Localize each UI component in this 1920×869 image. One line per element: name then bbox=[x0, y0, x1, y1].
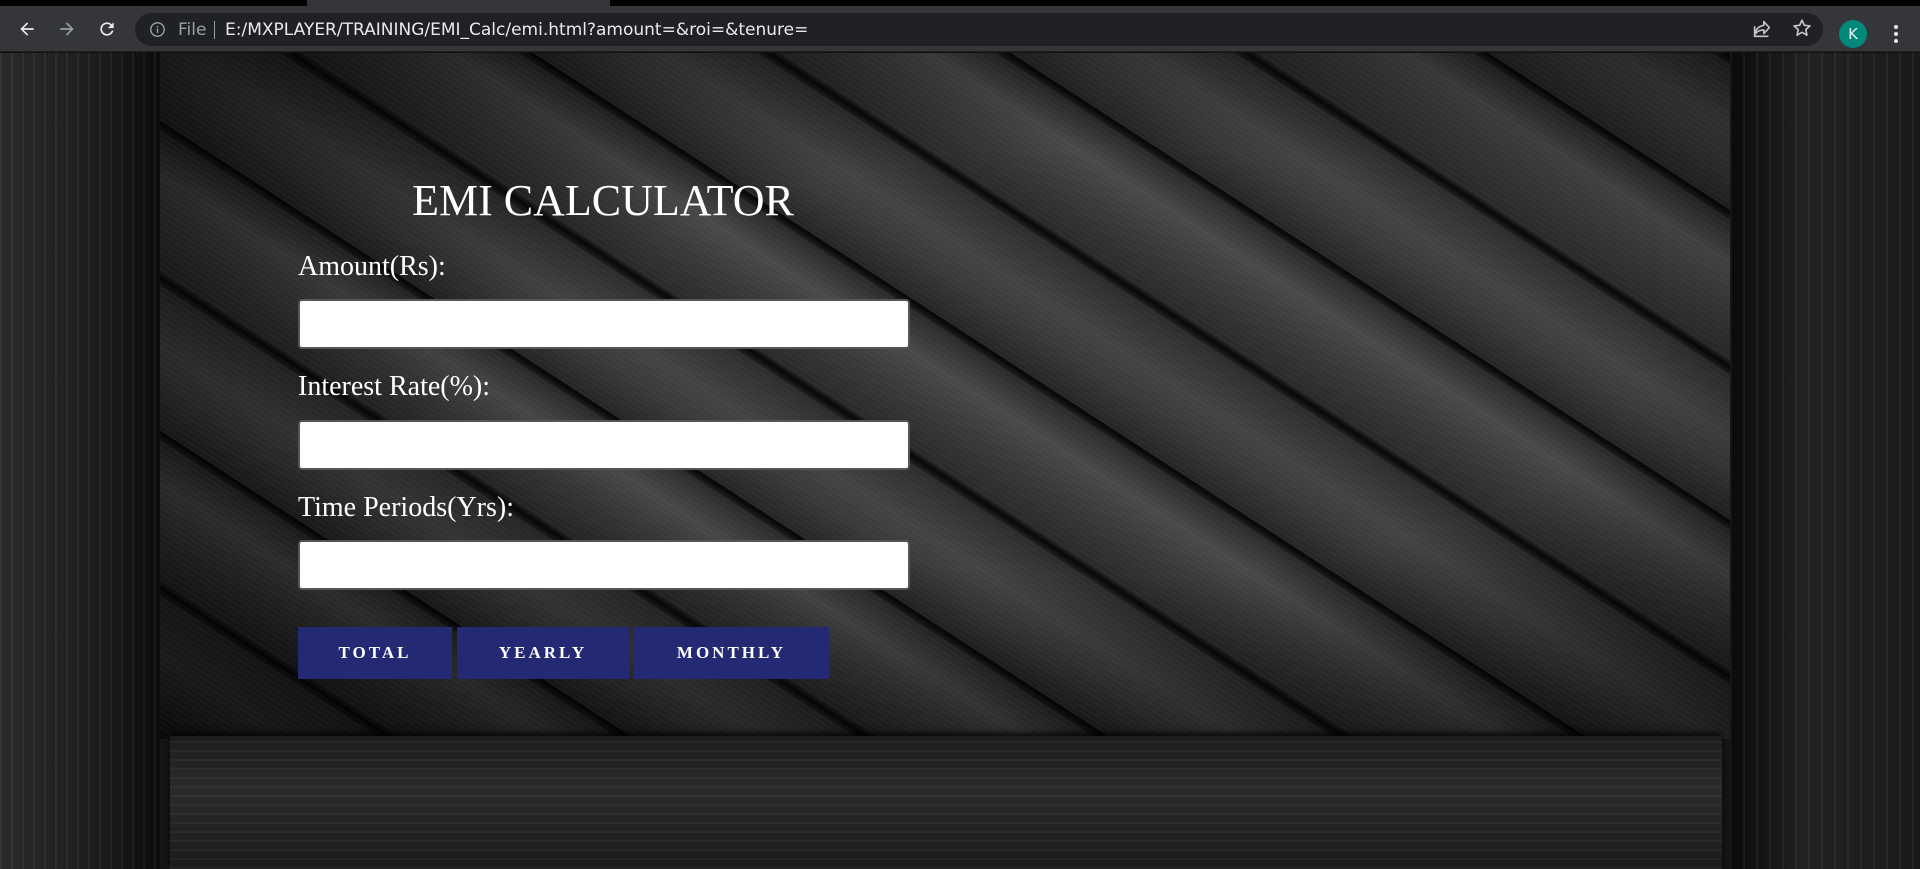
amount-input[interactable] bbox=[298, 299, 910, 349]
url-text[interactable]: E:/MXPLAYER/TRAINING/EMI_Calc/emi.html?a… bbox=[225, 20, 808, 40]
yearly-button[interactable]: YEARLY bbox=[457, 627, 629, 679]
amount-label: Amount(Rs): bbox=[298, 251, 446, 282]
monthly-button[interactable]: MONTHLY bbox=[634, 627, 829, 679]
interest-rate-label: Interest Rate(%): bbox=[298, 371, 491, 402]
info-icon[interactable] bbox=[149, 21, 166, 38]
site-scheme-label: File bbox=[178, 20, 207, 40]
forward-icon bbox=[60, 22, 74, 36]
interest-rate-input[interactable] bbox=[298, 420, 910, 470]
forward-button[interactable] bbox=[51, 13, 83, 45]
share-icon[interactable] bbox=[1751, 18, 1773, 40]
wood-frame-right bbox=[1730, 53, 1920, 869]
wood-frame-left bbox=[0, 53, 160, 869]
wood-frame-bottom bbox=[170, 736, 1722, 869]
time-period-input[interactable] bbox=[298, 540, 910, 590]
address-bar[interactable]: File E:/MXPLAYER/TRAINING/EMI_Calc/emi.h… bbox=[135, 13, 1823, 46]
star-icon[interactable] bbox=[1791, 17, 1813, 39]
page-viewport: EMI CALCULATOR Amount(Rs): Interest Rate… bbox=[0, 53, 1920, 869]
reload-button[interactable] bbox=[91, 13, 123, 45]
page-title: EMI CALCULATOR bbox=[412, 176, 794, 225]
back-icon bbox=[20, 22, 34, 36]
back-button[interactable] bbox=[11, 13, 43, 45]
menu-icon[interactable] bbox=[1884, 20, 1908, 48]
reload-icon bbox=[100, 22, 114, 36]
total-button[interactable]: TOTAL bbox=[298, 627, 452, 679]
profile-avatar[interactable]: K bbox=[1839, 20, 1867, 48]
omnibox-divider bbox=[214, 21, 215, 39]
time-period-label: Time Periods(Yrs): bbox=[298, 492, 514, 523]
browser-toolbar: File E:/MXPLAYER/TRAINING/EMI_Calc/emi.h… bbox=[0, 6, 1920, 52]
